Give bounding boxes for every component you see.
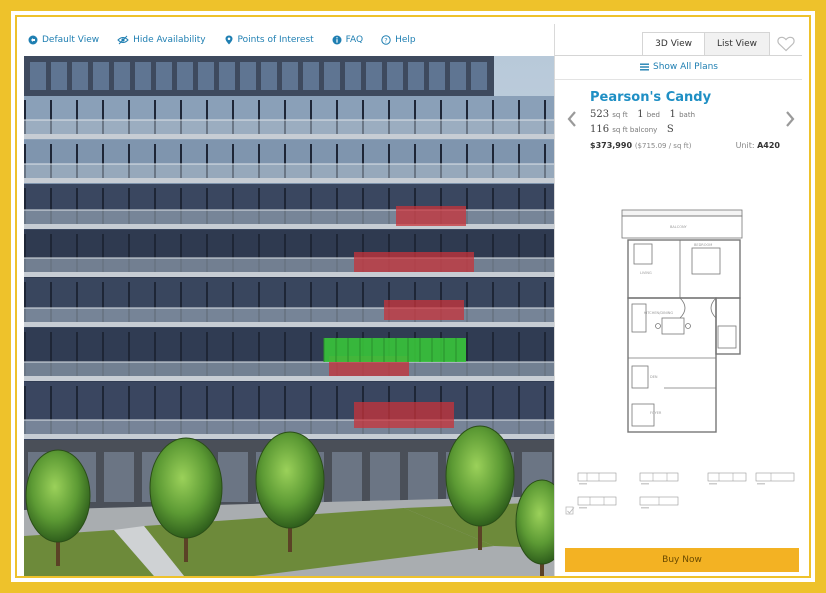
plan-thumbnail[interactable] — [639, 471, 679, 487]
plan-label-bedroom: BEDROOM — [694, 243, 712, 247]
faq-button[interactable]: FAQ — [332, 35, 363, 45]
beds-value: 1 — [637, 109, 644, 120]
plan-label-balcony: BALCONY — [670, 225, 688, 229]
plan-label-foyer: FOYER — [650, 411, 662, 415]
show-all-plans-label: Show All Plans — [653, 62, 718, 72]
default-view-label: Default View — [42, 35, 100, 45]
question-icon: ? — [381, 35, 391, 45]
section-divider — [555, 79, 802, 80]
unit-price: $373,990 ($715.09 / sq ft) — [590, 141, 691, 150]
list-icon — [640, 63, 649, 71]
app-window: Default View Hide Availability Points of… — [24, 24, 802, 576]
chevron-left-icon — [567, 111, 576, 127]
help-button[interactable]: ? Help — [381, 35, 416, 45]
chevron-right-icon — [786, 111, 795, 127]
view-tabs: 3D View List View — [642, 32, 802, 56]
heart-icon — [777, 36, 795, 52]
svg-text:?: ? — [384, 36, 387, 44]
previous-unit-button[interactable] — [565, 110, 579, 128]
baths-value: 1 — [669, 109, 676, 120]
info-icon — [332, 35, 342, 45]
balcony-unit: sq ft balcony — [612, 126, 658, 134]
building-3d-view[interactable] — [24, 56, 554, 576]
plan-thumbnail[interactable] — [577, 471, 617, 487]
map-pin-icon — [225, 35, 233, 45]
plan-label-den: DEN — [650, 375, 658, 379]
sqft-value: 523 — [590, 109, 610, 120]
plan-thumbnail[interactable] — [707, 471, 747, 487]
price-per-sqft: ($715.09 / sq ft) — [634, 142, 692, 150]
sqft-unit: sq ft — [612, 111, 628, 119]
compare-checkbox[interactable] — [565, 506, 575, 516]
price-value: $373,990 — [590, 141, 633, 150]
hide-availability-label: Hide Availability — [133, 35, 206, 45]
unit-detail-panel: 3D View List View Show All Plans Pearson… — [554, 24, 802, 576]
unit-size-specs: 523 sq ft 1 bed 1 bath — [590, 109, 695, 120]
unit-model-name: Pearson's Candy — [590, 90, 712, 105]
help-label: Help — [395, 35, 416, 45]
show-all-plans-link[interactable]: Show All Plans — [555, 62, 802, 72]
plan-label-kitchen: KITCHEN/DINING — [644, 311, 673, 315]
target-icon — [28, 35, 38, 45]
plan-label-living: LIVING — [640, 271, 652, 275]
default-view-button[interactable]: Default View — [28, 35, 99, 45]
baths-unit: bath — [679, 111, 696, 119]
faq-label: FAQ — [345, 35, 364, 45]
beds-unit: bed — [646, 111, 660, 119]
unit-balcony-specs: 116 sq ft balcony S — [590, 124, 674, 135]
plan-thumbnails — [577, 471, 801, 513]
exposure-value: S — [666, 124, 674, 135]
balcony-value: 116 — [590, 124, 610, 135]
unit-number: Unit: A420 — [736, 141, 780, 150]
plan-thumbnail[interactable] — [639, 495, 679, 511]
points-of-interest-label: Points of Interest — [237, 35, 314, 45]
points-of-interest-button[interactable]: Points of Interest — [224, 35, 314, 45]
unit-label-text: Unit: — [735, 141, 755, 150]
building-render — [24, 56, 554, 576]
floor-plan-drawing[interactable]: BALCONY BEDROOM LIVING KITCHEN/DINING DE… — [620, 208, 745, 433]
plan-thumbnail[interactable] — [577, 495, 617, 511]
plan-thumbnail[interactable] — [755, 471, 795, 487]
next-unit-button[interactable] — [783, 110, 797, 128]
favorite-button[interactable] — [770, 32, 802, 56]
top-toolbar: Default View Hide Availability Points of… — [24, 24, 554, 56]
buy-now-button[interactable]: Buy Now — [565, 548, 799, 572]
tab-list-view[interactable]: List View — [705, 32, 770, 56]
unit-number-value: A420 — [757, 141, 780, 150]
hide-availability-button[interactable]: Hide Availability — [117, 35, 206, 45]
tab-3d-view[interactable]: 3D View — [642, 32, 706, 56]
eye-slash-icon — [117, 35, 129, 45]
tabs-divider — [555, 55, 802, 56]
